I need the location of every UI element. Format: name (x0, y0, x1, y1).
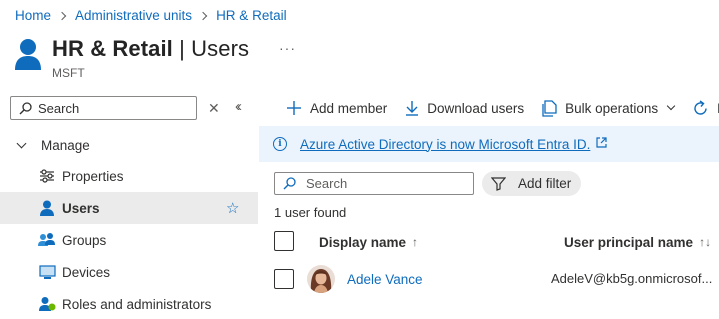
info-icon: i (273, 137, 287, 151)
chevron-right-icon (57, 11, 67, 20)
external-link-icon[interactable] (596, 137, 607, 151)
breadcrumb-home[interactable]: Home (15, 8, 51, 23)
filter-icon (491, 176, 506, 191)
page-title: HR & Retail | Users (52, 36, 250, 61)
search-icon (19, 101, 32, 114)
add-member-button[interactable]: Add member (286, 100, 387, 116)
groups-icon (38, 231, 56, 249)
breadcrumb: Home Administrative units HR & Retail (15, 8, 287, 23)
row-checkbox[interactable] (274, 269, 294, 289)
avatar (307, 265, 335, 293)
table-row: Adele Vance (307, 265, 423, 293)
page-header: HR & Retail | Users MSFT (14, 36, 249, 80)
breadcrumb-hr-retail[interactable]: HR & Retail (216, 8, 287, 23)
users-search-input[interactable]: Search (274, 172, 474, 195)
breadcrumb-administrative-units[interactable]: Administrative units (75, 8, 192, 23)
clear-search-icon[interactable]: ✕ (208, 100, 220, 117)
user-icon (38, 199, 56, 217)
more-options-icon[interactable]: ··· (279, 40, 296, 56)
sort-icon: ↑↓ (699, 235, 712, 249)
info-banner: i Azure Active Directory is now Microsof… (259, 126, 719, 162)
user-name-link[interactable]: Adele Vance (347, 272, 423, 287)
properties-icon (38, 167, 56, 185)
column-header-upn[interactable]: User principal name ↑↓ (564, 231, 711, 253)
sidebar-item-roles-and-administrators[interactable]: Roles and administrators (0, 288, 258, 319)
sidebar-item-groups[interactable]: Groups (0, 224, 258, 256)
devices-icon (38, 263, 56, 281)
page-subtitle: MSFT (52, 66, 85, 80)
chevron-down-icon (16, 138, 27, 148)
search-icon (283, 177, 296, 190)
bulk-operations-icon (542, 99, 557, 117)
user-principal-name: AdeleV@kb5g.onmicrosof... (551, 271, 713, 286)
roles-icon (38, 295, 56, 313)
chevron-right-icon (198, 11, 208, 20)
download-users-button[interactable]: Download users (405, 100, 524, 116)
column-header-display-name[interactable]: Display name ↑ (319, 231, 418, 253)
sort-ascending-icon: ↑ (412, 235, 419, 249)
command-bar: Add member Download users Bulk operation… (258, 96, 719, 120)
bulk-operations-button[interactable]: Bulk operations (542, 99, 676, 117)
result-count: 1 user found (274, 205, 347, 220)
sidebar: Search ✕ ‹‹ Manage Properties Users ☆ Gr… (0, 96, 258, 319)
add-filter-button[interactable]: Add filter (482, 171, 581, 196)
sidebar-search-input[interactable]: Search (10, 96, 197, 120)
sidebar-item-properties[interactable]: Properties (0, 160, 258, 192)
select-all-checkbox[interactable] (274, 231, 294, 251)
chevron-down-icon (666, 101, 676, 111)
user-icon (14, 38, 42, 72)
plus-icon (286, 100, 302, 116)
download-icon (405, 100, 419, 116)
collapse-sidebar-icon[interactable]: ‹‹ (235, 98, 242, 115)
sidebar-item-users[interactable]: Users ☆ (0, 192, 258, 224)
refresh-icon (692, 99, 709, 117)
nav-group-manage[interactable]: Manage (0, 132, 258, 158)
refresh-button[interactable]: Re (692, 99, 719, 117)
favorite-star-icon[interactable]: ☆ (226, 199, 239, 217)
sidebar-item-devices[interactable]: Devices (0, 256, 258, 288)
entra-id-link[interactable]: Azure Active Directory is now Microsoft … (300, 137, 590, 152)
